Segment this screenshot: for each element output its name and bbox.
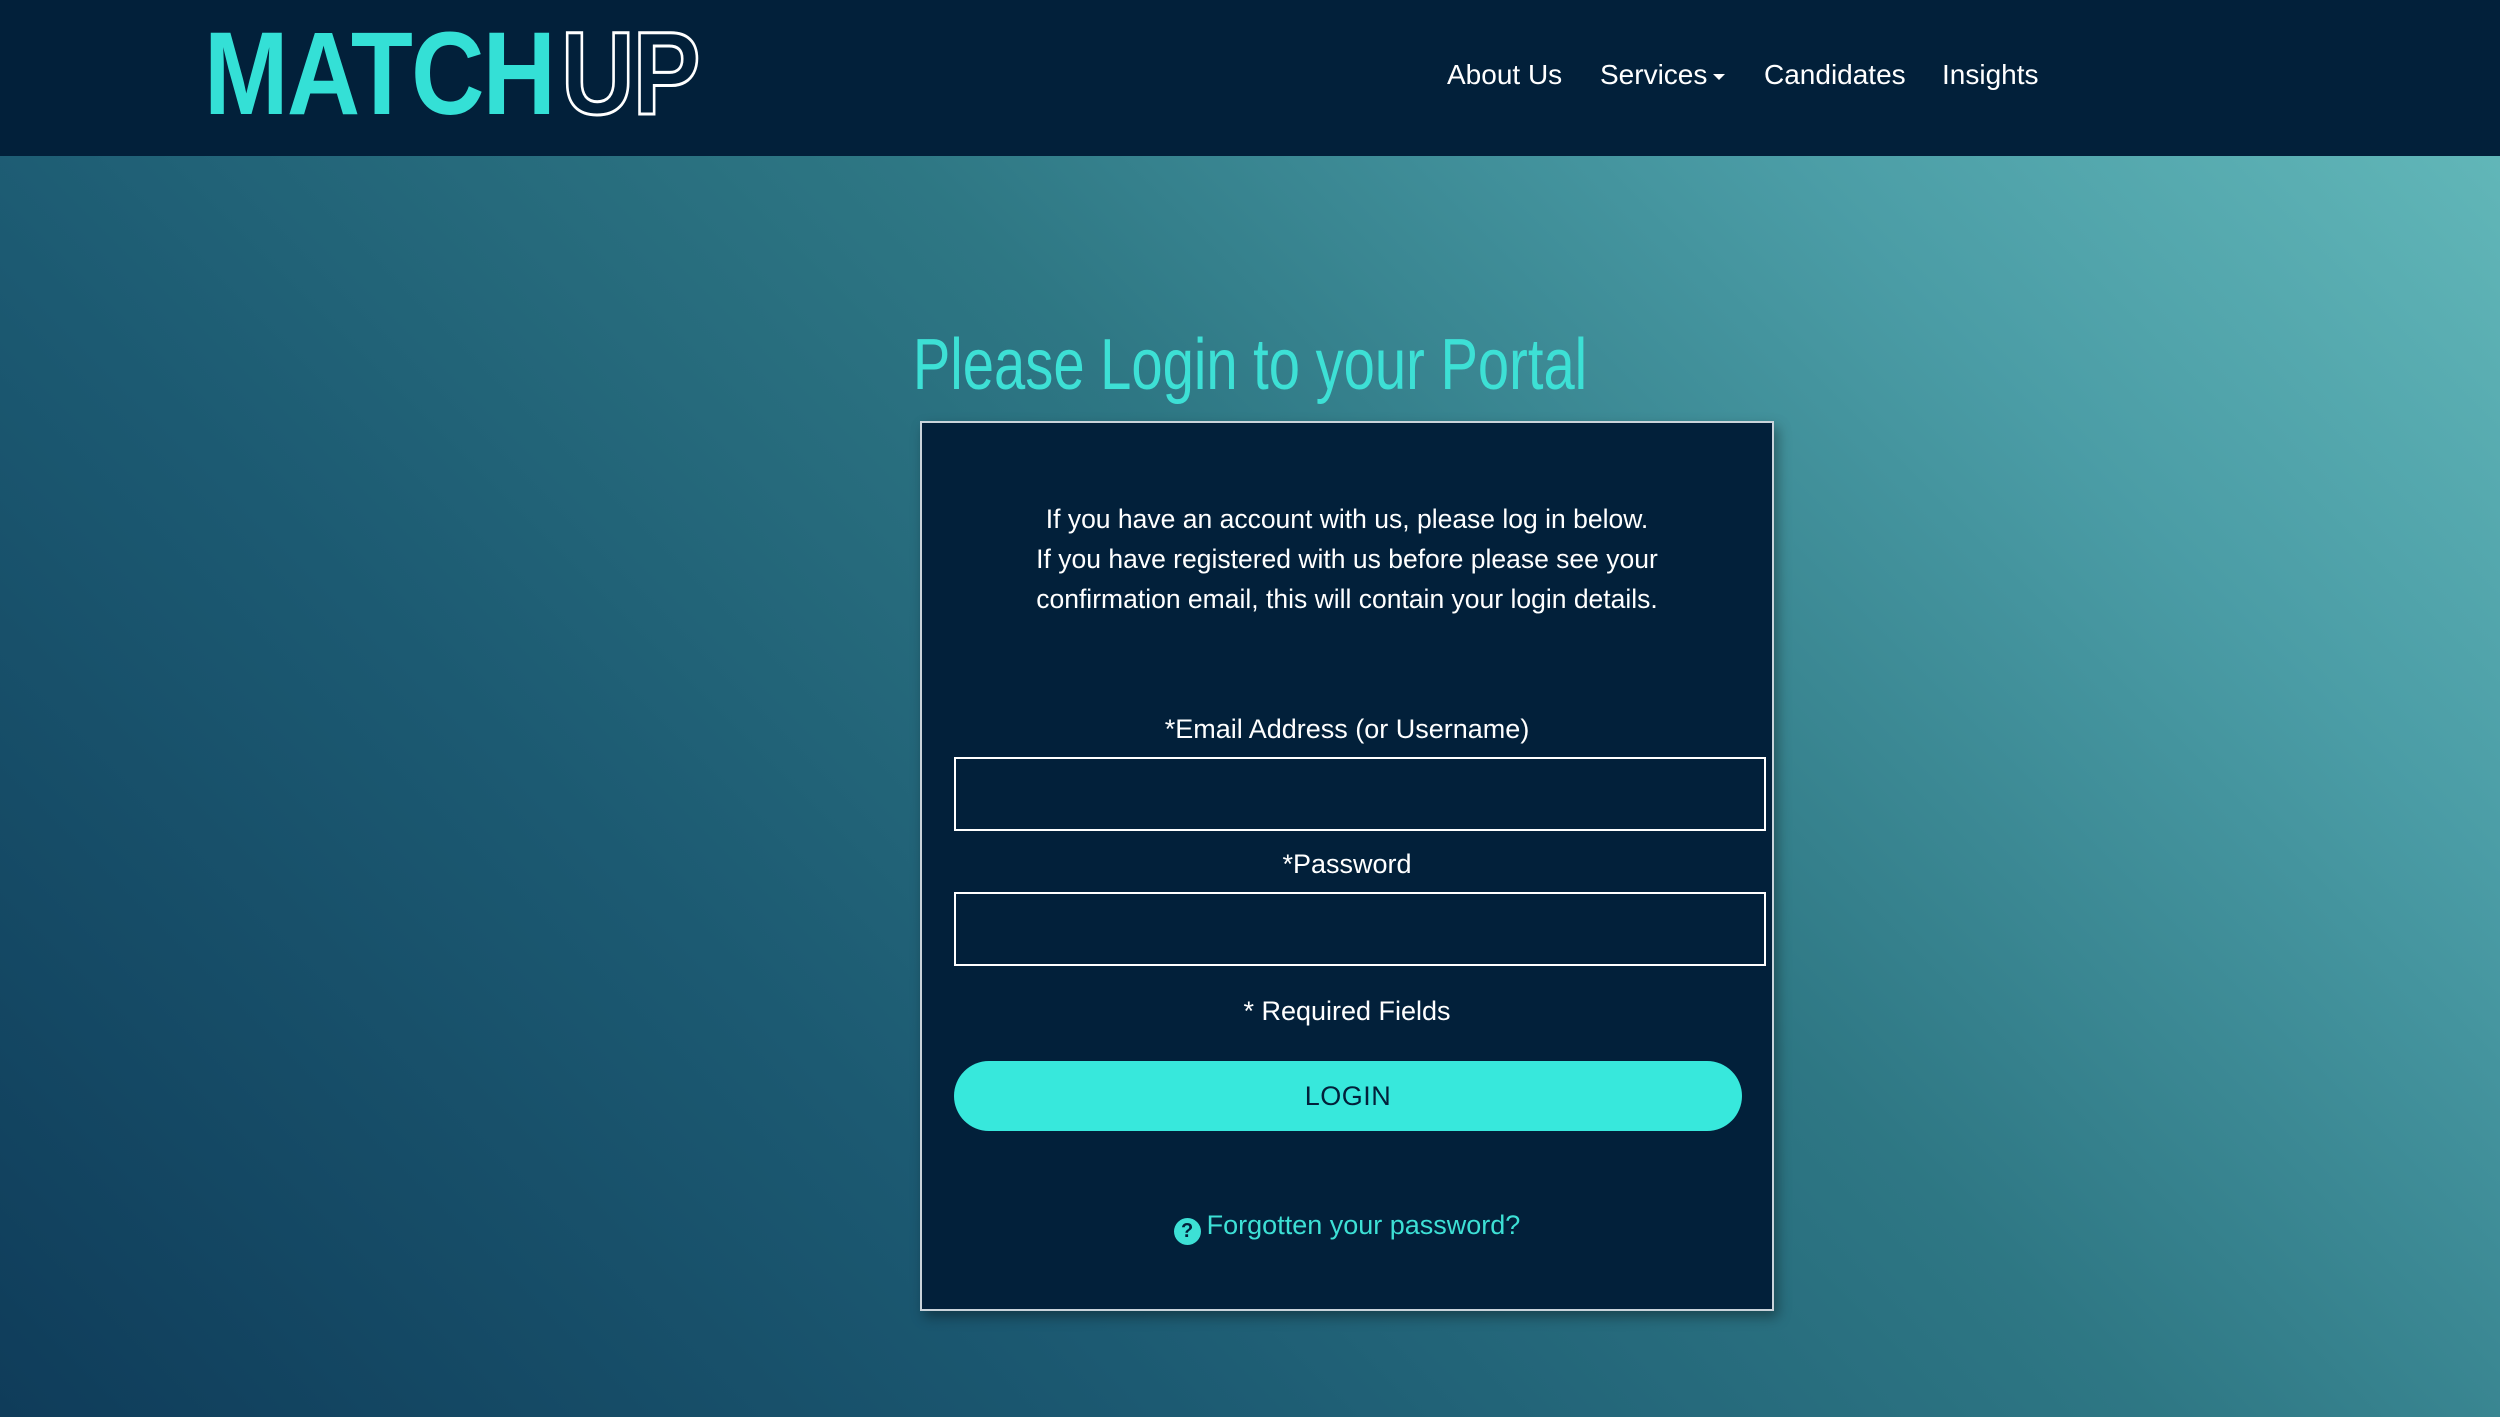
- nav-services[interactable]: Services: [1600, 59, 1726, 91]
- top-navbar: MATCH UP About Us Services Candidates Ins…: [0, 0, 2500, 156]
- login-intro: If you have an account with us, please l…: [962, 499, 1732, 619]
- matchup-logo[interactable]: MATCH UP: [204, 8, 702, 140]
- nav-about-us[interactable]: About Us: [1447, 59, 1562, 91]
- nav-insights[interactable]: Insights: [1942, 59, 2039, 91]
- intro-line-1: If you have an account with us, please l…: [1045, 504, 1649, 534]
- logo-match-text: MATCH: [204, 8, 556, 140]
- question-circle-icon: ?: [1173, 1218, 1201, 1245]
- caret-down-icon: [1713, 73, 1726, 80]
- login-card: If you have an account with us, please l…: [920, 421, 1774, 1311]
- nav-services-label: Services: [1600, 59, 1708, 90]
- page-title: Please Login to your Portal: [912, 325, 1588, 405]
- forgot-password-label: Forgotten your password?: [1206, 1210, 1521, 1240]
- email-field[interactable]: [954, 757, 1766, 831]
- login-button[interactable]: LOGIN: [954, 1061, 1742, 1131]
- nav-candidates[interactable]: Candidates: [1764, 59, 1906, 91]
- password-field[interactable]: [954, 892, 1766, 966]
- logo-up-text: UP: [560, 8, 702, 140]
- password-label: *Password: [1282, 849, 1412, 879]
- forgot-password-link[interactable]: ? Forgotten your password?: [922, 1208, 1772, 1245]
- intro-line-2: If you have registered with us before pl…: [1036, 544, 1658, 614]
- required-fields-note: * Required Fields: [1243, 996, 1451, 1026]
- email-label: *Email Address (or Username): [1164, 714, 1530, 744]
